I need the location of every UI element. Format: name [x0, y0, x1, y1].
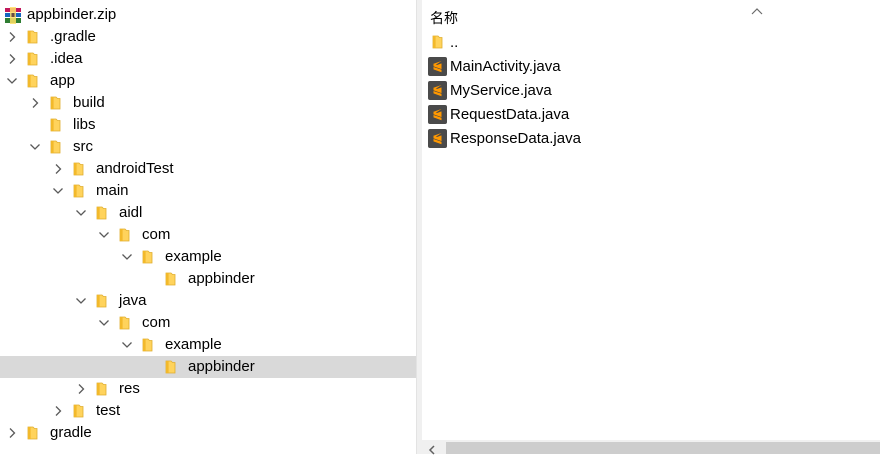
chevron-down-icon[interactable] [75, 207, 87, 219]
chevron-down-icon[interactable] [98, 317, 110, 329]
tree-item[interactable]: com [0, 312, 416, 334]
file-list-item[interactable]: RequestData.java [422, 103, 880, 125]
column-header-name[interactable]: 名称 [422, 0, 880, 30]
file-list-item[interactable]: MyService.java [422, 79, 880, 101]
folder-icon [94, 205, 110, 221]
folder-tree-pane[interactable]: appbinder.zip .gradle .idea app build libs sr… [0, 0, 416, 454]
tree-item[interactable]: libs [0, 114, 416, 136]
tree-item[interactable]: gradle [0, 422, 416, 444]
tree-item-label: .gradle [50, 28, 96, 45]
chevron-right-icon[interactable] [6, 53, 18, 65]
folder-icon [94, 293, 110, 309]
chevron-down-icon[interactable] [98, 229, 110, 241]
chevron-down-icon[interactable] [121, 339, 133, 351]
tree-item-label: appbinder [188, 358, 255, 375]
tree-item[interactable]: aidl [0, 202, 416, 224]
chevron-right-icon[interactable] [75, 383, 87, 395]
folder-icon [71, 183, 87, 199]
tree-item-label: java [119, 292, 147, 309]
chevron-down-icon[interactable] [121, 251, 133, 263]
horizontal-scrollbar[interactable] [422, 440, 880, 455]
folder-icon [117, 227, 133, 243]
tree-item-label: example [165, 336, 222, 353]
folder-icon [25, 29, 41, 45]
tree-item-label: build [73, 94, 105, 111]
tree-item[interactable]: androidTest [0, 158, 416, 180]
tree-item[interactable]: app [0, 70, 416, 92]
tree-item-label: com [142, 226, 171, 243]
tree-item[interactable]: .idea [0, 48, 416, 70]
tree-item[interactable]: res [0, 378, 416, 400]
tree-item-label: res [119, 380, 140, 397]
folder-icon [94, 381, 110, 397]
parent-directory-item[interactable]: .. [422, 31, 880, 53]
sublime-file-icon [428, 105, 447, 124]
chevron-right-icon[interactable] [52, 163, 64, 175]
folder-icon [430, 34, 449, 53]
folder-icon [25, 51, 41, 67]
folder-icon [140, 249, 156, 265]
tree-item[interactable]: appbinder [0, 268, 416, 290]
sublime-file-icon [428, 57, 447, 76]
sublime-file-icon [428, 81, 447, 100]
folder-icon [163, 271, 179, 287]
folder-icon [163, 359, 179, 375]
tree-item-label: com [142, 314, 171, 331]
tree-item[interactable]: com [0, 224, 416, 246]
folder-icon [71, 161, 87, 177]
folder-icon [25, 73, 41, 89]
file-list-pane[interactable]: 名称 .. MainActivity.java MyService.java Requ… [422, 0, 880, 455]
chevron-right-icon[interactable] [52, 405, 64, 417]
tree-item-label: src [73, 138, 93, 155]
chevron-down-icon[interactable] [6, 75, 18, 87]
tree-item[interactable]: example [0, 246, 416, 268]
file-list-item[interactable]: MainActivity.java [422, 55, 880, 77]
folder-icon [140, 337, 156, 353]
file-name-label: MyService.java [450, 82, 552, 99]
chevron-down-icon[interactable] [29, 141, 41, 153]
tree-item[interactable]: main [0, 180, 416, 202]
file-name-label: ResponseData.java [450, 130, 581, 147]
tree-item[interactable]: example [0, 334, 416, 356]
tree-item-label: libs [73, 116, 96, 133]
tree-item[interactable]: java [0, 290, 416, 312]
tree-item-label: main [96, 182, 129, 199]
tree-item[interactable]: .gradle [0, 26, 416, 48]
folder-icon [71, 403, 87, 419]
chevron-down-icon[interactable] [75, 295, 87, 307]
tree-item[interactable]: appbinder [0, 356, 416, 378]
sublime-file-icon [428, 129, 447, 148]
tree-item-label: aidl [119, 204, 143, 221]
folder-icon [117, 315, 133, 331]
folder-icon [48, 139, 64, 155]
file-name-label: MainActivity.java [450, 58, 561, 75]
file-name-label: RequestData.java [450, 106, 570, 123]
tree-item-label: gradle [50, 424, 92, 441]
tree-root-archive[interactable]: appbinder.zip [0, 4, 416, 26]
folder-icon [25, 425, 41, 441]
tree-item-label: androidTest [96, 160, 174, 177]
tree-item-label: test [96, 402, 121, 419]
column-header-label: 名称 [430, 10, 458, 26]
chevron-right-icon[interactable] [29, 97, 41, 109]
tree-item[interactable]: build [0, 92, 416, 114]
folder-icon [48, 95, 64, 111]
tree-item-label: example [165, 248, 222, 265]
file-name-label: .. [450, 34, 459, 51]
chevron-right-icon[interactable] [6, 427, 18, 439]
file-list-item[interactable]: ResponseData.java [422, 127, 880, 149]
folder-icon [48, 117, 64, 133]
sort-ascending-icon [751, 2, 763, 19]
chevron-down-icon[interactable] [52, 185, 64, 197]
tree-item-label: appbinder [188, 270, 255, 287]
scrollbar-thumb[interactable] [446, 442, 880, 454]
winrar-archive-icon [4, 7, 22, 24]
tree-item-label: .idea [50, 50, 83, 67]
scroll-left-arrow-icon[interactable] [427, 442, 437, 459]
tree-item[interactable]: src [0, 136, 416, 158]
tree-item[interactable]: test [0, 400, 416, 422]
tree-root-label: appbinder.zip [27, 6, 117, 23]
tree-item-label: app [50, 72, 76, 89]
chevron-right-icon[interactable] [6, 31, 18, 43]
